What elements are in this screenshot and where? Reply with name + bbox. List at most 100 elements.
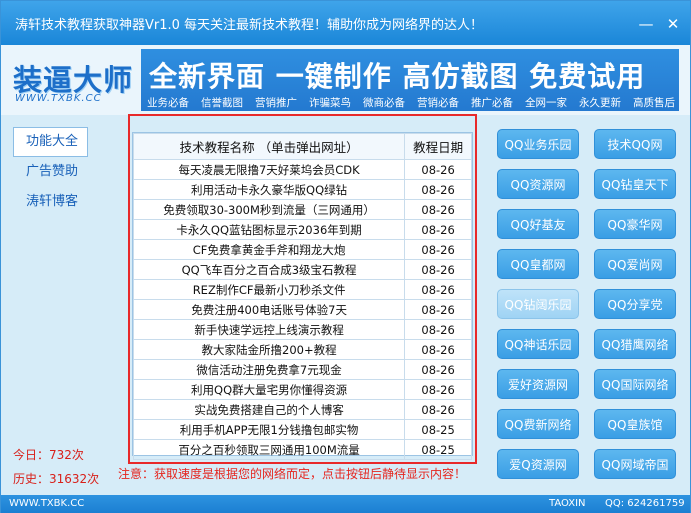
history-count: 历史：31632次: [13, 472, 100, 486]
tutorial-name[interactable]: 微信活动注册免费拿7元现金: [132, 359, 406, 380]
tutorial-name[interactable]: 新手快速学远控上线演示教程: [132, 319, 406, 340]
tag-list: 业务必备 信誉截图 营销推广 诈骗菜鸟 微商必备 营销必备 推广必备 全网一家 …: [147, 95, 675, 110]
tutorial-date: 08-26: [404, 279, 472, 300]
tutorial-date: 08-26: [404, 219, 472, 240]
link-button-qq-royal[interactable]: QQ皇族馆: [594, 409, 676, 439]
tutorial-date: 08-26: [404, 399, 472, 420]
tag: 业务必备: [147, 97, 189, 109]
tutorial-name[interactable]: 每天凌晨无限撸7天好莱坞会员CDK: [132, 159, 406, 180]
slogan: 全新界面 一键制作 高仿截图 免费试用: [149, 60, 646, 93]
link-button-qq-luxury[interactable]: QQ豪华网: [594, 209, 676, 239]
tag: 永久更新: [579, 97, 621, 109]
app-window: 涛轩技术教程获取神器Vr1.0 每天关注最新技术教程！辅助你成为网络界的达人！ …: [0, 0, 691, 513]
tutorial-date: 08-26: [404, 259, 472, 280]
link-button-qq-feixin[interactable]: QQ费新网络: [497, 409, 579, 439]
table-row[interactable]: 百分之百秒领取三网通用100M流量 08-25: [132, 439, 472, 460]
link-button-qq-share[interactable]: QQ分享党: [594, 289, 676, 319]
tutorial-name[interactable]: 利用手机APP无限1分钱撸包邮实物: [132, 419, 406, 440]
status-author: TAOXIN: [549, 498, 586, 509]
tutorial-name[interactable]: 百分之百秒领取三网通用100M流量: [132, 439, 406, 460]
tutorial-name[interactable]: QQ飞车百分之百合成3级宝石教程: [132, 259, 406, 280]
table-row[interactable]: REZ制作CF最新小刀秒杀文件 08-26: [132, 279, 472, 300]
tutorial-date: 08-26: [404, 179, 472, 200]
link-button-qq-myth[interactable]: QQ神话乐园: [497, 329, 579, 359]
logo: 装逼大师 WWW.TXBK.CC: [11, 53, 135, 109]
notice-text: 注意：获取速度是根据您的网络而定，点击按钮后静待显示内容！: [118, 467, 467, 481]
window-title: 涛轩技术教程获取神器Vr1.0 每天关注最新技术教程！辅助你成为网络界的达人！: [15, 18, 484, 33]
logo-url: WWW.TXBK.CC: [15, 93, 102, 104]
link-button-qq-business[interactable]: QQ业务乐园: [497, 129, 579, 159]
tag: 全网一家: [525, 97, 567, 109]
status-bar: WWW.TXBK.CC TAOXIN QQ: 624261759: [1, 495, 690, 513]
table-row[interactable]: 实战免费搭建自己的个人博客 08-26: [132, 399, 472, 420]
today-count: 今日：732次: [13, 448, 84, 462]
close-button[interactable]: ✕: [663, 15, 683, 33]
link-button-qq-falcon[interactable]: QQ猎鹰网络: [594, 329, 676, 359]
tag: 信誉截图: [201, 97, 243, 109]
tutorial-name[interactable]: 教大家陆金所撸200+教程: [132, 339, 406, 360]
table-row[interactable]: 新手快速学远控上线演示教程 08-26: [132, 319, 472, 340]
status-qq: QQ: 624261759: [605, 498, 685, 509]
table-row[interactable]: CF免费拿黄金手斧和翔龙大炮 08-26: [132, 239, 472, 260]
tutorial-date: 08-26: [404, 159, 472, 180]
banner: 装逼大师 WWW.TXBK.CC 全新界面 一键制作 高仿截图 免费试用 业务必…: [1, 45, 690, 115]
link-button-qq-diamond-world[interactable]: QQ钻皇天下: [594, 169, 676, 199]
tutorial-date: 08-26: [404, 299, 472, 320]
minimize-button[interactable]: —: [636, 15, 656, 33]
link-button-tech-qq[interactable]: 技术QQ网: [594, 129, 676, 159]
tutorial-date: 08-25: [404, 419, 472, 440]
table-header: 技术教程名称 （单击弹出网址） 教程日期: [132, 133, 472, 160]
sidebar-item-sponsor[interactable]: 广告赞助: [13, 157, 88, 187]
table-row[interactable]: QQ飞车百分之百合成3级宝石教程 08-26: [132, 259, 472, 280]
title-bar[interactable]: 涛轩技术教程获取神器Vr1.0 每天关注最新技术教程！辅助你成为网络界的达人！ …: [1, 1, 690, 45]
link-button-qq-diamond-park[interactable]: QQ钻阔乐园: [497, 289, 579, 319]
tutorial-name[interactable]: 实战免费搭建自己的个人博客: [132, 399, 406, 420]
table-row[interactable]: 微信活动注册免费拿7元现金 08-26: [132, 359, 472, 380]
link-button-qq-imperial[interactable]: QQ皇都网: [497, 249, 579, 279]
link-button-qq-friend[interactable]: QQ好基友: [497, 209, 579, 239]
tutorial-date: 08-25: [404, 439, 472, 460]
table-row[interactable]: 每天凌晨无限撸7天好莱坞会员CDK 08-26: [132, 159, 472, 180]
tag: 高质售后: [633, 97, 675, 109]
tutorial-table: 技术教程名称 （单击弹出网址） 教程日期 每天凌晨无限撸7天好莱坞会员CDK 08…: [132, 132, 473, 460]
table-row[interactable]: 卡永久QQ蓝钻图标显示2036年到期 08-26: [132, 219, 472, 240]
table-row[interactable]: 免费领取30-300M秒到流量（三网通用） 08-26: [132, 199, 472, 220]
tag: 诈骗菜鸟: [309, 97, 351, 109]
tutorial-date: 08-26: [404, 379, 472, 400]
table-row[interactable]: 利用手机APP无限1分钱撸包邮实物 08-25: [132, 419, 472, 440]
column-date-header: 教程日期: [404, 133, 472, 160]
table-row[interactable]: 教大家陆金所撸200+教程 08-26: [132, 339, 472, 360]
tag: 营销推广: [255, 97, 297, 109]
table-row[interactable]: 免费注册400电话账号体验7天 08-26: [132, 299, 472, 320]
tag: 推广必备: [471, 97, 513, 109]
tutorial-date: 08-26: [404, 199, 472, 220]
tutorial-date: 08-26: [404, 339, 472, 360]
tutorial-name[interactable]: 利用QQ群大量宅男你懂得资源: [132, 379, 406, 400]
link-button-hobby-resource[interactable]: 爱好资源网: [497, 369, 579, 399]
tutorial-name[interactable]: 利用活动卡永久豪华版QQ绿钻: [132, 179, 406, 200]
link-button-qq-international[interactable]: QQ国际网络: [594, 369, 676, 399]
link-button-aiq-resource[interactable]: 爱Q资源网: [497, 449, 579, 479]
tutorial-name[interactable]: CF免费拿黄金手斧和翔龙大炮: [132, 239, 406, 260]
tutorial-name[interactable]: 卡永久QQ蓝钻图标显示2036年到期: [132, 219, 406, 240]
tutorial-name[interactable]: REZ制作CF最新小刀秒杀文件: [132, 279, 406, 300]
tutorial-name[interactable]: 免费领取30-300M秒到流量（三网通用）: [132, 199, 406, 220]
sidebar-item-blog[interactable]: 涛轩博客: [13, 187, 88, 217]
tutorial-date: 08-26: [404, 359, 472, 380]
tag: 营销必备: [417, 97, 459, 109]
tag: 微商必备: [363, 97, 405, 109]
sidebar: 功能大全 广告赞助 涛轩博客: [13, 127, 88, 217]
sidebar-item-features[interactable]: 功能大全: [13, 127, 88, 157]
slogan-banner: 全新界面 一键制作 高仿截图 免费试用 业务必备 信誉截图 营销推广 诈骗菜鸟 …: [141, 49, 679, 111]
table-row[interactable]: 利用活动卡永久豪华版QQ绿钻 08-26: [132, 179, 472, 200]
link-button-qq-aishang[interactable]: QQ爱尚网: [594, 249, 676, 279]
tutorial-date: 08-26: [404, 239, 472, 260]
column-name-header: 技术教程名称 （单击弹出网址）: [132, 133, 406, 160]
link-button-qq-resource[interactable]: QQ资源网: [497, 169, 579, 199]
tutorial-date: 08-26: [404, 319, 472, 340]
visit-stats: 今日：732次 历史：31632次: [13, 443, 99, 491]
link-button-qq-domain-empire[interactable]: QQ网域帝国: [594, 449, 676, 479]
table-row[interactable]: 利用QQ群大量宅男你懂得资源 08-26: [132, 379, 472, 400]
status-website: WWW.TXBK.CC: [9, 498, 85, 509]
tutorial-name[interactable]: 免费注册400电话账号体验7天: [132, 299, 406, 320]
